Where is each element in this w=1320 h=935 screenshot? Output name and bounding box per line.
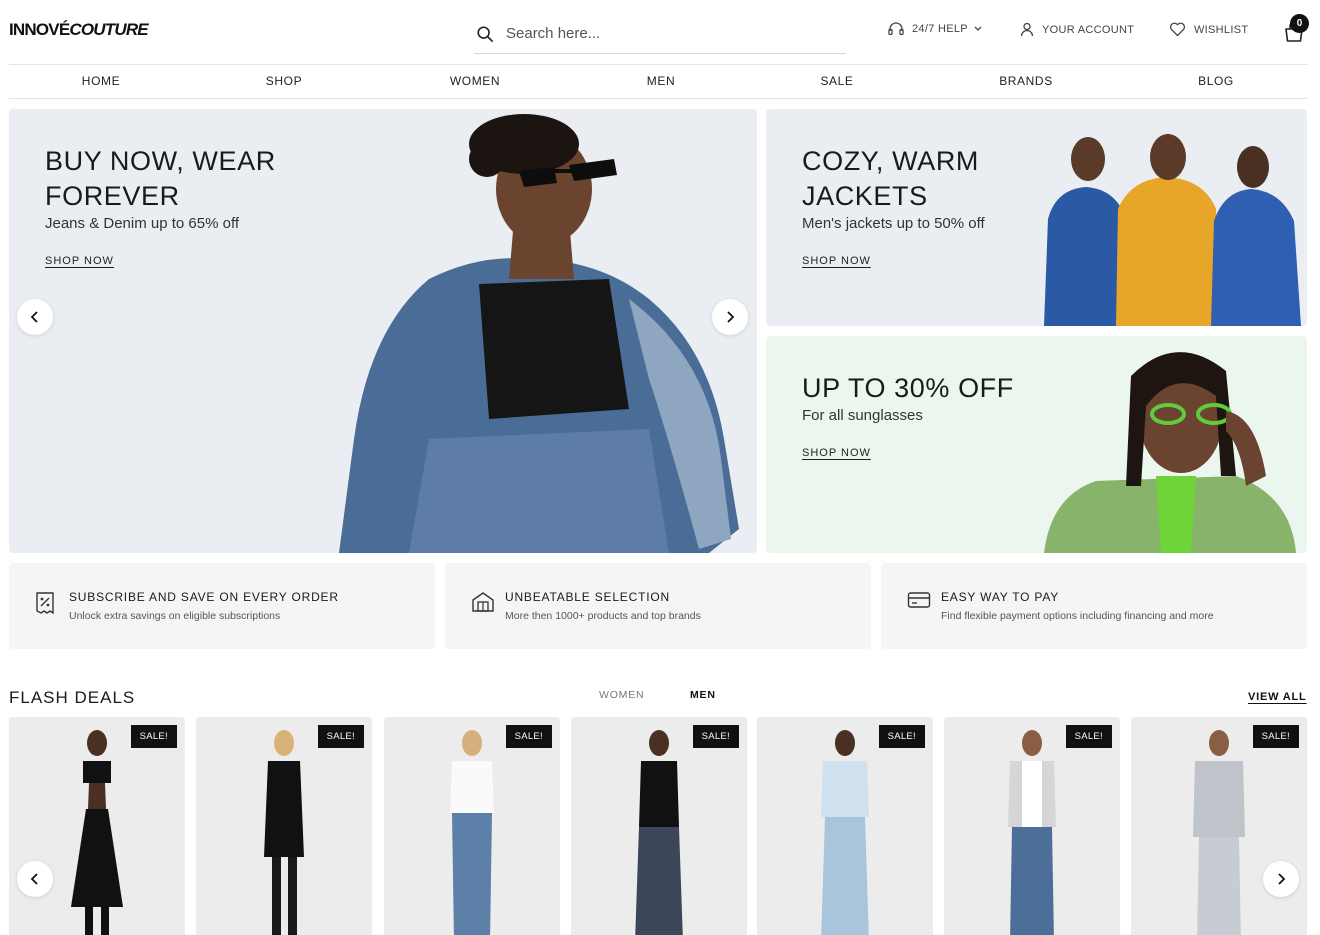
hero-jackets-subtitle: Men's jackets up to 50% off	[802, 215, 985, 232]
hero-jackets-banner[interactable]: COZY, WARM JACKETS Men's jackets up to 5…	[766, 109, 1307, 326]
tab-men[interactable]: MEN	[690, 689, 716, 701]
cart-count-badge: 0	[1290, 14, 1309, 33]
brand-name-part1: INNOVÉ	[9, 20, 70, 39]
store-icon	[472, 592, 494, 612]
hero-jackets-shop-now-link[interactable]: SHOP NOW	[802, 255, 871, 267]
hero-sunglasses-title-line1: UP TO 30% OFF	[802, 373, 1014, 403]
product-image	[450, 730, 494, 935]
account-label: YOUR ACCOUNT	[1042, 23, 1135, 36]
view-all-link[interactable]: VIEW ALL	[1248, 691, 1307, 703]
credit-card-icon	[907, 592, 931, 608]
chevron-right-icon	[1278, 873, 1286, 885]
product-card[interactable]: SALE!	[1131, 717, 1307, 935]
product-image	[1193, 730, 1245, 935]
help-dropdown[interactable]: 24/7 HELP	[888, 22, 983, 36]
product-card[interactable]: SALE!	[944, 717, 1120, 935]
hero-jackets-title: COZY, WARM JACKETS	[802, 144, 979, 214]
product-image	[71, 730, 123, 935]
sale-badge: SALE!	[1065, 725, 1112, 748]
product-image	[821, 730, 869, 935]
product-image	[264, 730, 304, 935]
sale-badge: SALE!	[130, 725, 177, 748]
search-bar	[474, 14, 846, 54]
chevron-right-icon	[727, 311, 735, 323]
sale-badge: SALE!	[878, 725, 925, 748]
hero-sunglasses-title: UP TO 30% OFF	[802, 371, 1014, 406]
feature-payment-subtitle: Find flexible payment options including …	[941, 610, 1214, 622]
search-input[interactable]	[506, 25, 826, 42]
feature-selection: UNBEATABLE SELECTION More then 1000+ pro…	[445, 563, 871, 649]
chevron-left-icon	[30, 311, 38, 323]
site-header: INNOVÉCOUTURE 24/7 HELP YOUR ACCOUNT WIS…	[0, 0, 1320, 64]
feature-subscribe-subtitle: Unlock extra savings on eligible subscri…	[69, 610, 281, 622]
tab-women[interactable]: WOMEN	[599, 689, 644, 701]
hero-main-shop-now-link[interactable]: SHOP NOW	[45, 255, 114, 267]
feature-subscribe: SUBSCRIBE AND SAVE ON EVERY ORDER Unlock…	[9, 563, 435, 649]
wishlist-link[interactable]: WISHLIST	[1169, 22, 1248, 37]
feature-payment-title: EASY WAY TO PAY	[941, 590, 1060, 604]
nav-men[interactable]: MEN	[647, 74, 675, 88]
hero-main-banner[interactable]: BUY NOW, WEAR FOREVER Jeans & Denim up t…	[9, 109, 757, 553]
sunglasses-model-image	[1044, 352, 1296, 553]
nav-sale[interactable]: SALE	[820, 74, 853, 88]
brand-logo[interactable]: INNOVÉCOUTURE	[9, 20, 149, 40]
user-icon	[1020, 22, 1034, 37]
sale-badge: SALE!	[1252, 725, 1299, 748]
account-link[interactable]: YOUR ACCOUNT	[1020, 22, 1134, 37]
main-nav: HOME SHOP WOMEN MEN SALE BRANDS BLOG	[9, 64, 1307, 99]
feature-payment: EASY WAY TO PAY Find flexible payment op…	[881, 563, 1307, 649]
nav-home[interactable]: HOME	[82, 74, 120, 88]
nav-women[interactable]: WOMEN	[450, 74, 500, 88]
feature-subscribe-title: SUBSCRIBE AND SAVE ON EVERY ORDER	[69, 590, 339, 604]
product-card[interactable]: SALE!	[757, 717, 933, 935]
feature-selection-subtitle: More then 1000+ products and top brands	[505, 610, 701, 622]
headset-icon	[888, 22, 904, 36]
flash-deals-title: FLASH DEALS	[9, 688, 136, 707]
deals-prev-button[interactable]	[17, 861, 53, 897]
hero-main-title: BUY NOW, WEAR FOREVER	[45, 144, 276, 214]
sale-badge: SALE!	[692, 725, 739, 748]
hero-main-subtitle: Jeans & Denim up to 65% off	[45, 215, 240, 232]
product-image	[635, 730, 683, 935]
chevron-left-icon	[30, 873, 38, 885]
brand-name-part2: COUTURE	[69, 20, 148, 39]
nav-brands[interactable]: BRANDS	[999, 74, 1053, 88]
product-card[interactable]: SALE!	[196, 717, 372, 935]
sale-badge: SALE!	[317, 725, 364, 748]
hero-next-button[interactable]	[712, 299, 748, 335]
product-card[interactable]: SALE!	[571, 717, 747, 935]
discount-tag-icon	[36, 592, 54, 615]
heart-icon	[1169, 22, 1186, 37]
chevron-down-icon	[974, 26, 982, 31]
nav-blog[interactable]: BLOG	[1198, 74, 1234, 88]
hero-sunglasses-shop-now-link[interactable]: SHOP NOW	[802, 447, 871, 459]
hero-jackets-title-line2: JACKETS	[802, 181, 928, 211]
wishlist-label: WISHLIST	[1194, 23, 1249, 36]
hero-sunglasses-subtitle: For all sunglasses	[802, 407, 923, 424]
hero-main-title-line1: BUY NOW, WEAR	[45, 146, 276, 176]
hero-sunglasses-banner[interactable]: UP TO 30% OFF For all sunglasses SHOP NO…	[766, 336, 1307, 553]
product-image	[1008, 730, 1056, 935]
deals-next-button[interactable]	[1263, 861, 1299, 897]
hero-prev-button[interactable]	[17, 299, 53, 335]
search-icon[interactable]	[476, 25, 494, 43]
help-label: 24/7 HELP	[912, 23, 968, 35]
product-card[interactable]: SALE!	[9, 717, 185, 935]
nav-shop[interactable]: SHOP	[266, 74, 302, 88]
sale-badge: SALE!	[505, 725, 552, 748]
hero-jackets-title-line1: COZY, WARM	[802, 146, 980, 176]
product-card[interactable]: SALE!	[384, 717, 560, 935]
hero-main-title-line2: FOREVER	[45, 181, 180, 211]
feature-selection-title: UNBEATABLE SELECTION	[505, 590, 670, 604]
